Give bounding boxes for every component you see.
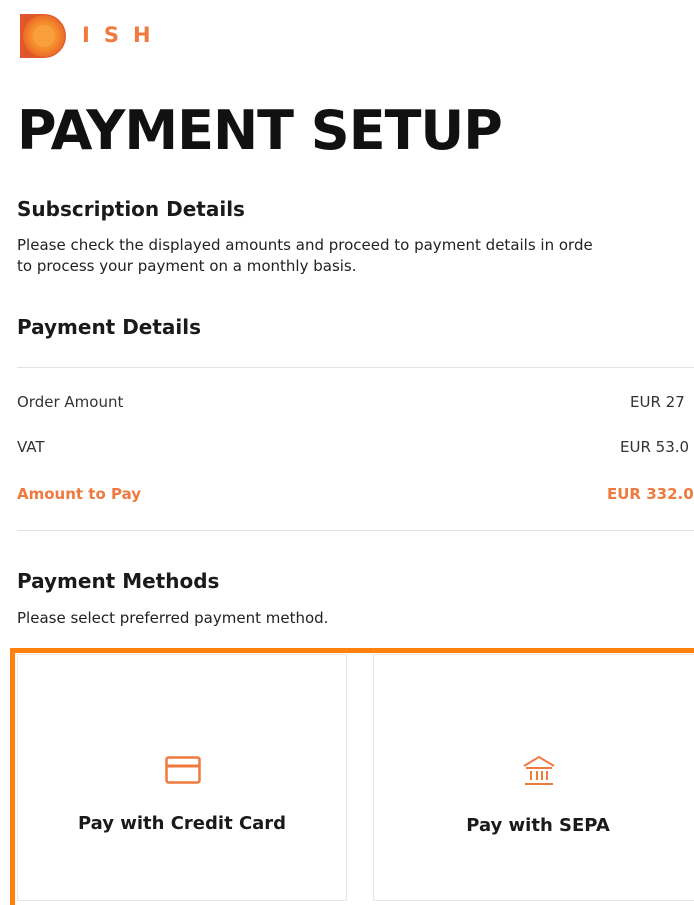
vat-value: EUR 53.0 <box>620 438 690 456</box>
brand-logo[interactable]: ISH <box>14 6 165 66</box>
logo-mark-icon <box>20 14 66 58</box>
payment-methods-description: Please select preferred payment method. <box>17 609 329 627</box>
page-title: PAYMENT SETUP <box>17 99 503 162</box>
payment-details-divider-bottom <box>17 530 694 531</box>
pay-with-sepa-option[interactable]: Pay with SEPA <box>373 654 694 901</box>
subscription-details-heading: Subscription Details <box>17 197 245 221</box>
credit-card-icon <box>165 756 201 784</box>
payment-details-heading: Payment Details <box>17 315 202 339</box>
amount-to-pay-value: EUR 332.0 <box>607 485 694 503</box>
payment-setup-page: ISH PAYMENT SETUP Subscription Details P… <box>0 0 694 905</box>
vat-label: VAT <box>17 438 45 456</box>
order-amount-label: Order Amount <box>17 393 124 411</box>
payment-methods-heading: Payment Methods <box>17 569 220 593</box>
payment-details-divider-top <box>17 367 694 368</box>
order-amount-value: EUR 27 <box>630 393 685 411</box>
pay-with-credit-card-option[interactable]: Pay with Credit Card <box>17 654 347 901</box>
subscription-description-line1: Please check the displayed amounts and p… <box>17 236 593 254</box>
credit-card-option-label: Pay with Credit Card <box>77 813 287 834</box>
amount-to-pay-label: Amount to Pay <box>17 485 142 503</box>
logo-text: ISH <box>82 23 165 47</box>
sepa-option-label: Pay with SEPA <box>466 815 610 836</box>
subscription-description-line2: to process your payment on a monthly bas… <box>17 257 357 275</box>
bank-icon <box>523 755 555 785</box>
